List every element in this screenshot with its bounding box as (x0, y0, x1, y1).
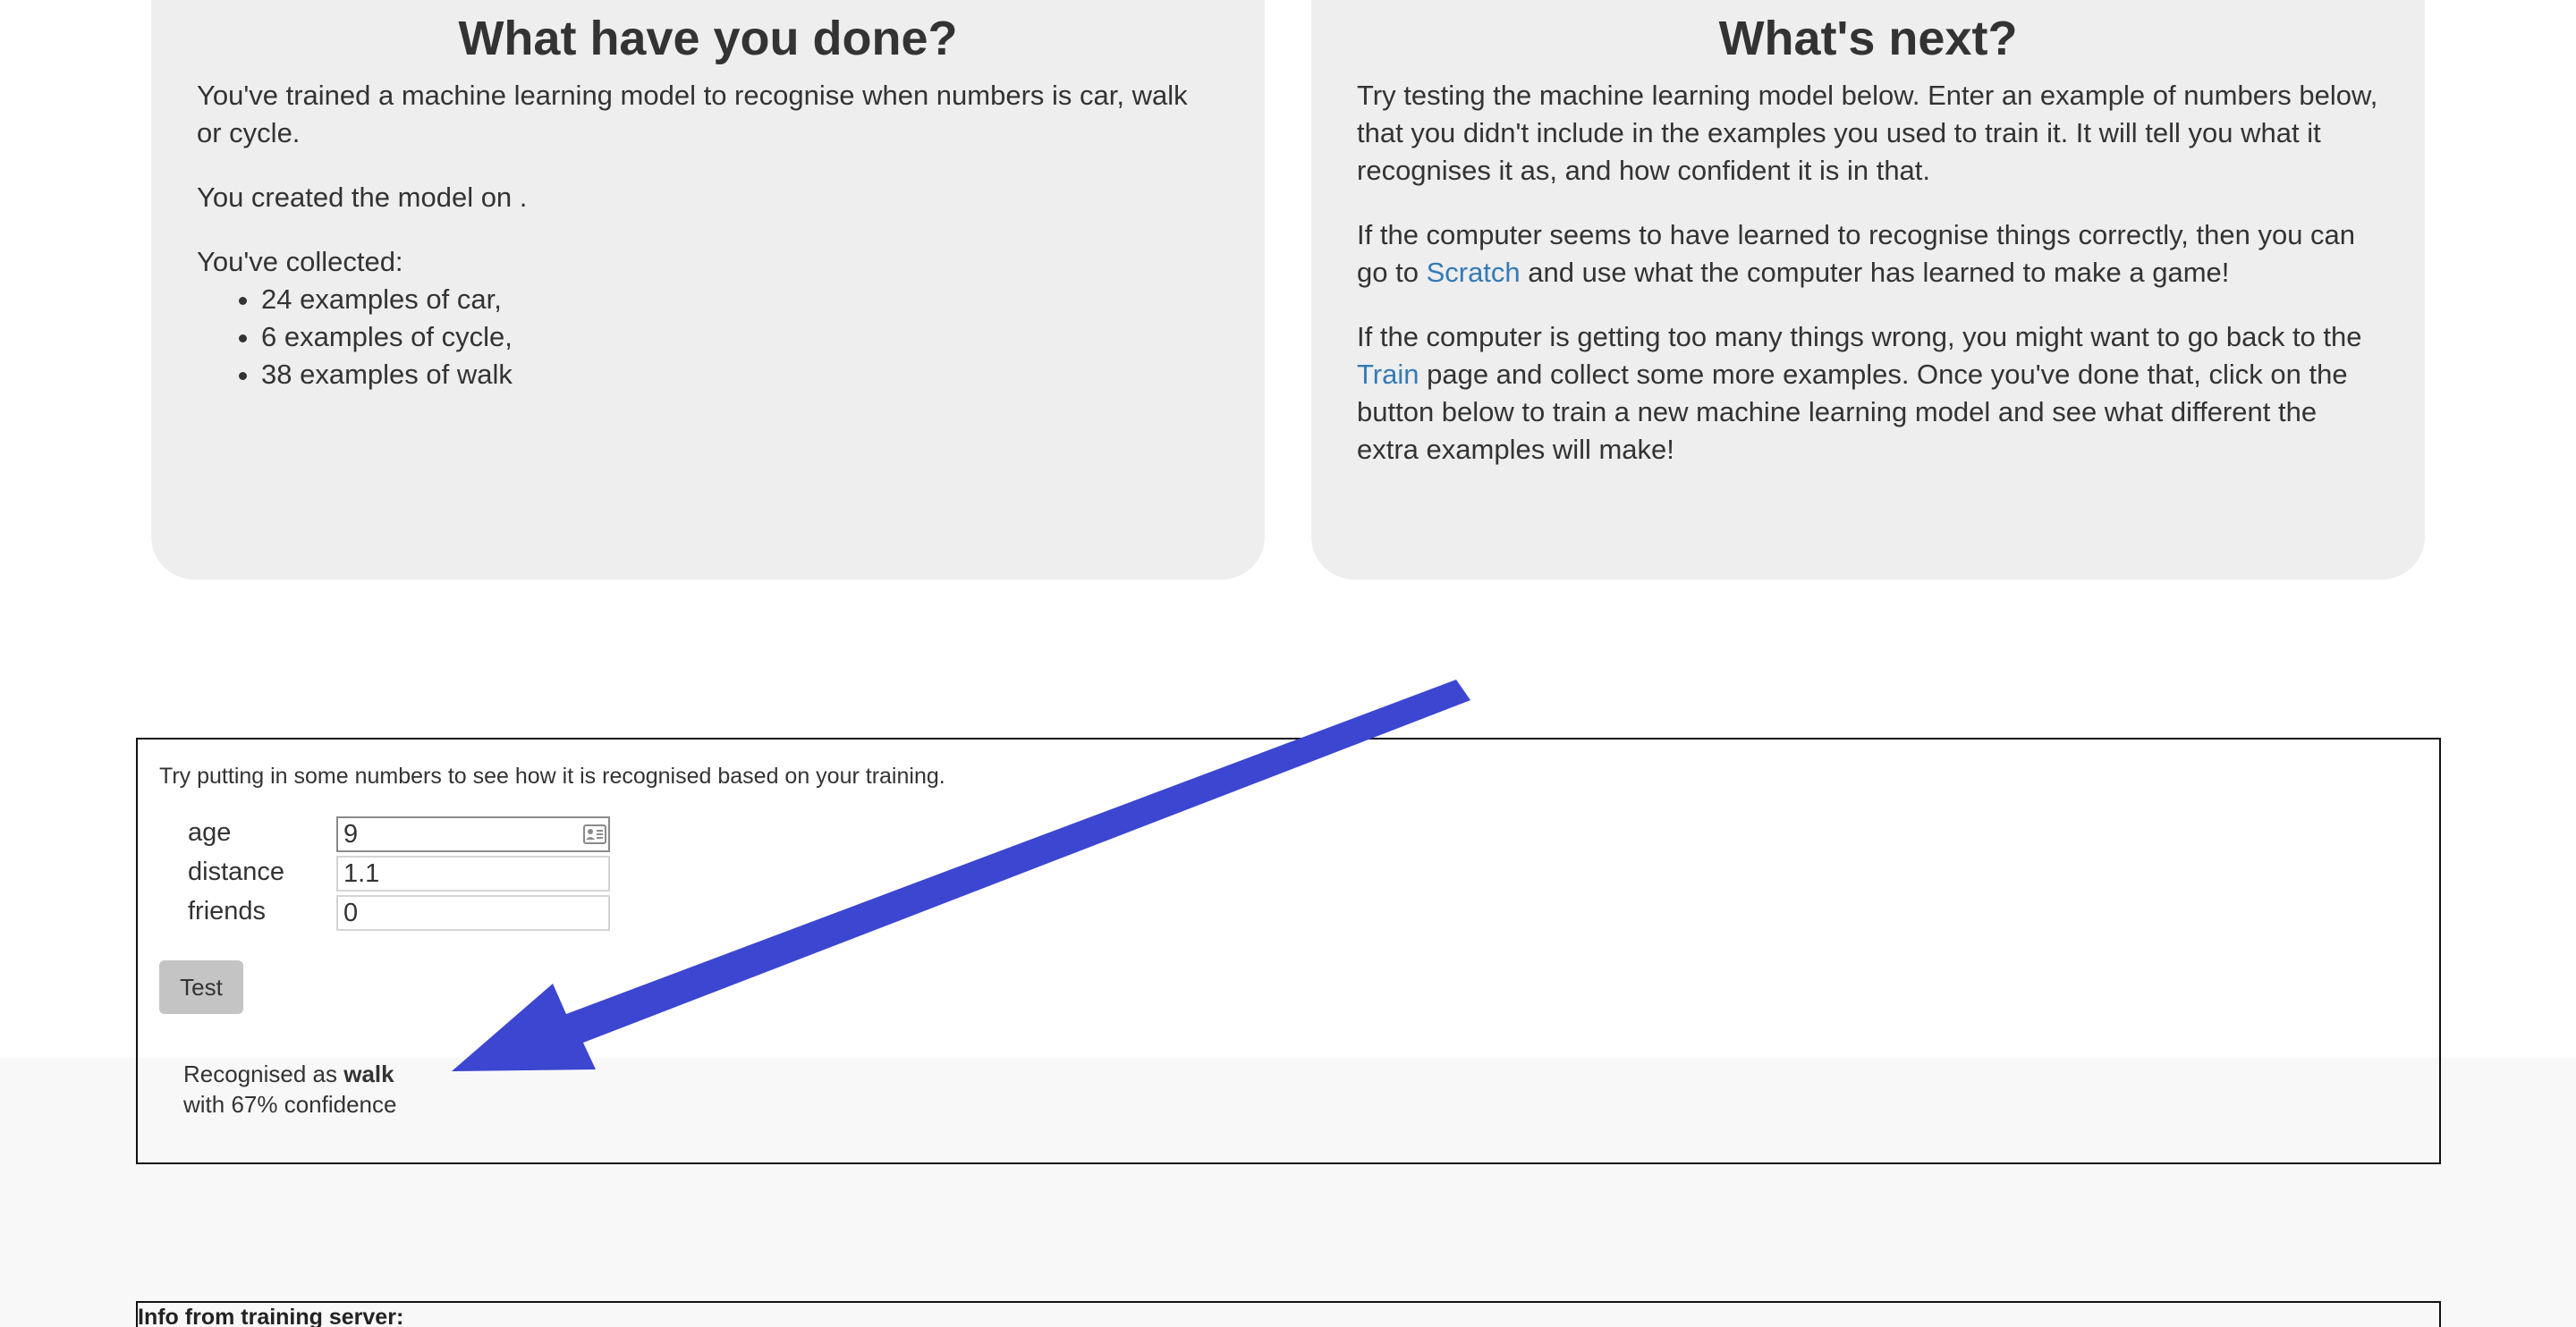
next-panel-title: What's next? (1718, 12, 2018, 65)
next-para-train: If the computer is getting too many thin… (1357, 318, 2379, 469)
recognition-result: Recognised as walk with 67% confidence (183, 1059, 396, 1120)
collected-list: 24 examples of car, 6 examples of cycle,… (197, 281, 1219, 393)
collected-item: 24 examples of car, (261, 281, 1219, 318)
friends-input[interactable] (336, 895, 610, 931)
result-confidence: with 67% confidence (183, 1091, 397, 1118)
result-prefix: Recognised as (183, 1061, 344, 1087)
test-instructions: Try putting in some numbers to see how i… (159, 764, 945, 789)
test-model-box: Try putting in some numbers to see how i… (136, 738, 2441, 1164)
friends-label: friends (188, 897, 267, 926)
next-panel-body: Try testing the machine learning model b… (1357, 77, 2379, 495)
distance-label: distance (188, 858, 285, 886)
age-label: age (188, 818, 232, 847)
train-link[interactable]: Train (1357, 359, 1419, 390)
age-input[interactable] (336, 816, 610, 852)
whats-next-panel: What's next? Try testing the machine lea… (1311, 0, 2425, 579)
done-panel-title: What have you done? (458, 12, 958, 65)
done-panel-body: You've trained a machine learning model … (197, 77, 1219, 393)
distance-input[interactable] (336, 856, 610, 892)
training-server-info-box: Info from training server: (136, 1301, 2441, 1327)
what-have-you-done-panel: What have you done? You've trained a mac… (151, 0, 1265, 579)
info-title: Info from training server: (138, 1305, 404, 1327)
done-summary: You've trained a machine learning model … (197, 80, 1188, 148)
next-para-scratch-after: and use what the computer has learned to… (1520, 257, 2230, 288)
next-para-train-after: page and collect some more examples. Onc… (1357, 359, 2348, 465)
collected-item: 6 examples of cycle, (261, 318, 1219, 356)
collected-label: You've collected: (197, 246, 403, 277)
next-para-testing: Try testing the machine learning model b… (1357, 80, 2378, 186)
contact-card-icon[interactable] (583, 824, 606, 844)
collected-item: 38 examples of walk (261, 356, 1219, 393)
result-line: Recognised as walk (183, 1059, 396, 1089)
next-para-train-before: If the computer is getting too many thin… (1357, 321, 2362, 352)
next-para-scratch: If the computer seems to have learned to… (1357, 216, 2379, 292)
test-button[interactable]: Test (159, 960, 243, 1014)
scratch-link[interactable]: Scratch (1427, 257, 1521, 288)
result-label: walk (343, 1061, 394, 1087)
done-created: You created the model on . (197, 182, 528, 213)
